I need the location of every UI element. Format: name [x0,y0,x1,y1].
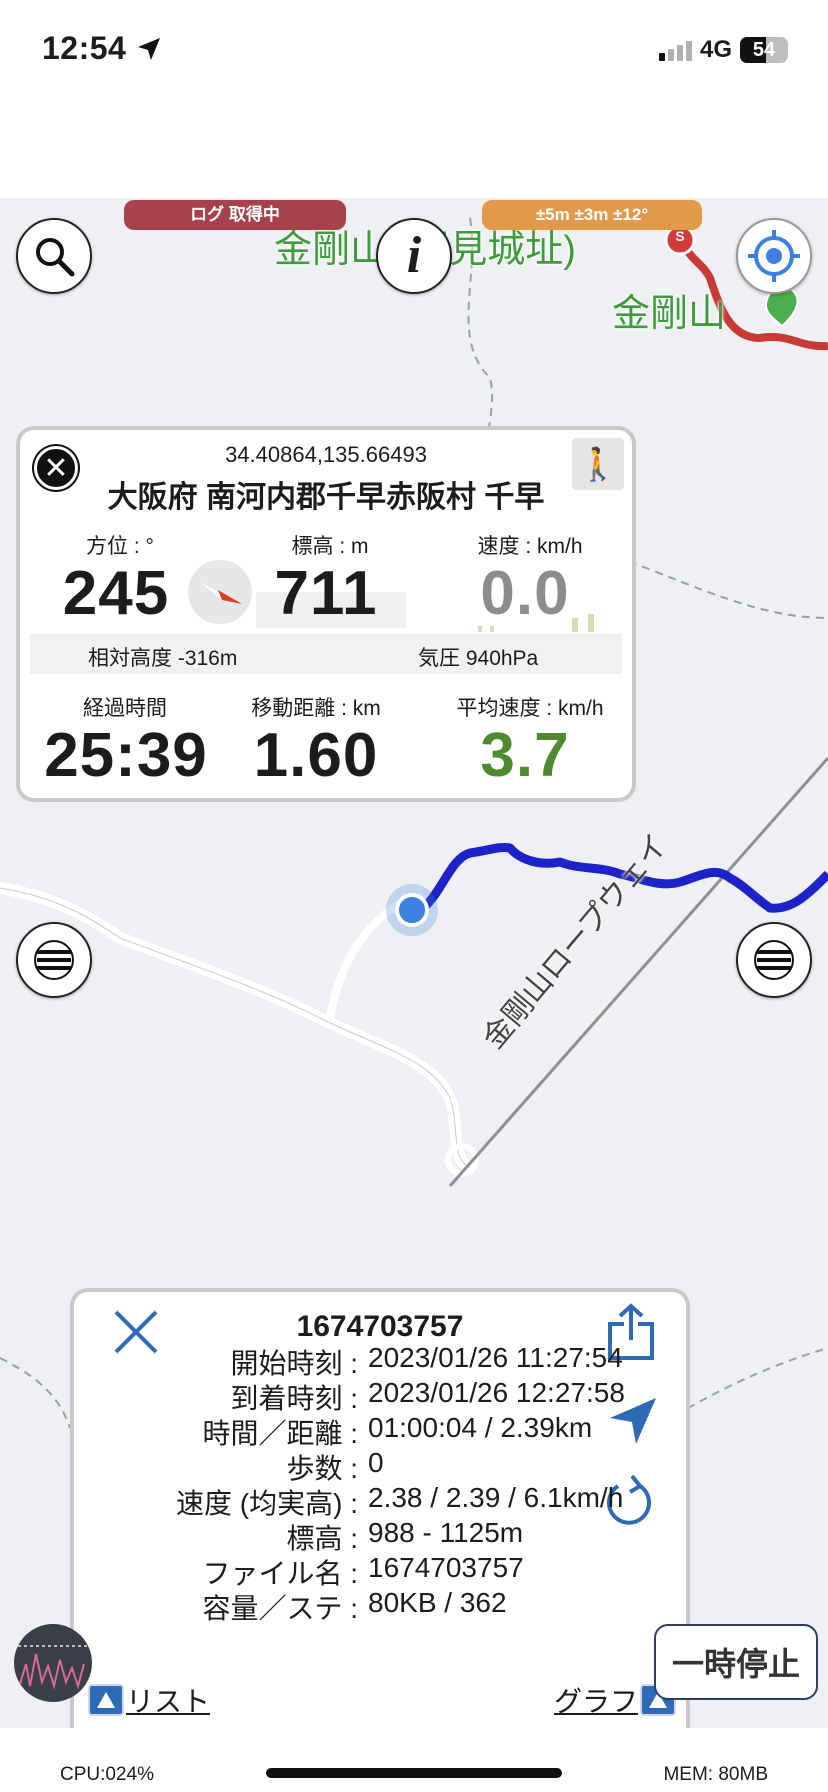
log-row-value: 01:00:04 / 2.39km [368,1412,593,1443]
log-row: 歩数 : 0 [74,1447,686,1487]
log-row: 容量／ステ : 80KB / 362 [74,1587,686,1627]
log-row-value: 0 [368,1447,384,1478]
map-label-mountain: 金剛山 [612,293,727,335]
air-pressure: 気圧 940hPa [418,647,539,670]
footer-bar: CPU:024% MEM: 80MB [0,1728,828,1792]
up-triangle-icon [88,1684,124,1716]
home-indicator[interactable] [266,1768,562,1778]
signal-icon [658,39,692,61]
log-row: 開始時刻 : 2023/01/26 11:27:54 [74,1342,686,1382]
battery-icon: 54 [740,37,788,63]
log-row-value: 80KB / 362 [368,1587,507,1618]
log-title: 1674703757 [296,1310,464,1343]
network-type: 4G [699,36,732,63]
log-row-key: 速度 (均実高) : [176,1488,358,1519]
log-row: ファイル名 : 1674703757 [74,1552,686,1592]
relative-altitude: 相対高度 -316m [88,647,238,670]
info-icon: i [406,227,422,284]
log-row-value: 2023/01/26 12:27:58 [368,1377,625,1408]
log-row-key: ファイル名 : [202,1558,358,1589]
log-row-key: 歩数 : [286,1453,358,1484]
battery-level: 54 [752,38,776,61]
list-link-label: リスト [126,1686,211,1717]
log-detail-panel: 1674703757 開始時刻 : 2023/01/26 11:27:54 到着時刻… [70,1288,690,1758]
location-arrow-icon [138,38,160,60]
log-row: 速度 (均実高) : 2.38 / 2.39 / 6.1km/h [74,1482,686,1522]
log-row: 標高 : 988 - 1125m [74,1517,686,1557]
logging-status-pill: ログ 取得中 [124,200,346,230]
log-row-value: 988 - 1125m [368,1517,524,1548]
current-location-button[interactable] [736,218,812,294]
elevation-value: 711 [274,559,378,628]
log-row-key: 到着時刻 : [230,1383,358,1414]
walking-person-icon: 🚶 [578,446,618,482]
altitude-pressure-row: 相対高度 -316m 気圧 940hPa [30,634,622,674]
menu-left-button[interactable] [16,922,92,998]
search-icon [36,238,75,277]
speed-label: 速度 : km/h [477,535,583,558]
cpu-usage: CPU:024% [60,1764,154,1785]
address: 大阪府 南河内郡千早赤阪村 千早 [107,481,545,514]
menu-icon [34,940,74,980]
log-row-key: 容量／ステ : [202,1593,358,1624]
log-row-key: 標高 : [286,1523,358,1554]
accuracy-pill: ±5m ±3m ±12° [482,200,702,230]
start-marker-label: S [675,228,685,244]
crosshair-icon [746,228,802,284]
status-bar: 12:54 4G 54 [0,0,828,198]
info-button[interactable]: i [376,218,452,294]
search-button[interactable] [16,218,92,294]
log-row-value: 2.38 / 2.39 / 6.1km/h [368,1482,624,1513]
pause-button[interactable]: 一時停止 [654,1624,818,1700]
distance-value: 1.60 [253,721,379,790]
bearing-label: 方位 : ° [86,535,154,558]
graph-thumbnail[interactable] [14,1624,92,1702]
memory-usage: MEM: 80MB [663,1764,768,1785]
menu-icon [754,940,794,980]
speed-value: 0.0 [480,559,570,628]
elapsed-label: 経過時間 [83,697,167,720]
log-row: 到着時刻 : 2023/01/26 12:27:58 [74,1377,686,1417]
avg-speed-value: 3.7 [480,721,570,790]
graph-link-label: グラフ [553,1686,638,1717]
log-row-value: 2023/01/26 11:27:54 [368,1342,623,1373]
log-row-key: 開始時刻 : [230,1348,358,1379]
elapsed-value: 25:39 [44,721,208,790]
location-info-card: ✕ 34.40864,135.66493 大阪府 南河内郡千早赤阪村 千早 🚶 … [16,426,636,802]
log-row-key: 時間／距離 : [202,1418,358,1449]
elevation-label: 標高 : m [291,535,369,558]
status-time: 12:54 [42,30,127,66]
compass-icon [188,560,252,624]
log-row: 時間／距離 : 01:00:04 / 2.39km [74,1412,686,1452]
coordinates: 34.40864,135.66493 [225,442,427,467]
bearing-value: 245 [62,559,170,628]
menu-right-button[interactable] [736,922,812,998]
log-row-value: 1674703757 [368,1552,524,1583]
distance-label: 移動距離 : km [251,697,381,720]
avg-speed-label: 平均速度 : km/h [456,697,604,720]
walking-mode-button[interactable]: 🚶 [572,438,624,490]
list-link[interactable]: リスト [88,1680,210,1720]
